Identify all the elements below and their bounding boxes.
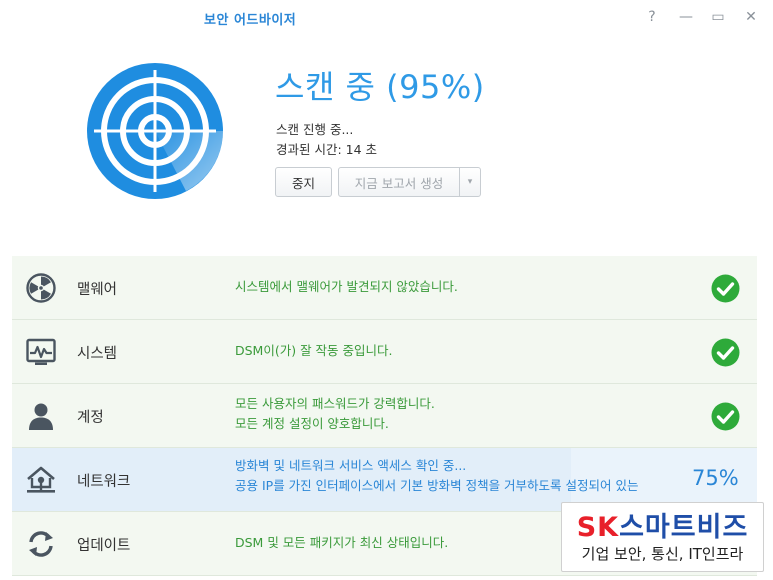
system-monitor-icon bbox=[26, 338, 56, 365]
maximize-button[interactable]: ▭ bbox=[707, 6, 729, 28]
user-icon bbox=[29, 403, 53, 430]
category-message: DSM이(가) 잘 작동 중입니다. bbox=[235, 343, 393, 358]
maximize-icon: ▭ bbox=[711, 9, 725, 25]
scan-progress-text: 스캔 진행 중... bbox=[276, 122, 354, 137]
window-title: 보안 어드바이저 bbox=[204, 13, 297, 28]
check-icon bbox=[711, 402, 740, 431]
help-button[interactable]: ? bbox=[641, 6, 663, 28]
category-name: 네트워크 bbox=[77, 474, 131, 490]
generate-report-button[interactable]: 지금 보고서 생성 bbox=[338, 167, 460, 197]
watermark-brand-red: SK bbox=[576, 512, 620, 543]
category-message-line: 모든 사용자의 패스워드가 강력합니다. bbox=[235, 396, 435, 411]
sk-smartbiz-watermark: SK스마트비즈 기업 보안, 통신, IT인프라 bbox=[561, 502, 764, 572]
category-name: 계정 bbox=[77, 410, 104, 426]
category-row-malware[interactable]: 맬웨어 시스템에서 맬웨어가 발견되지 않았습니다. bbox=[12, 256, 757, 320]
check-icon bbox=[711, 274, 740, 303]
scan-status-heading: 스캔 중 (95%) bbox=[275, 68, 485, 106]
minimize-button[interactable]: — bbox=[675, 6, 697, 28]
category-row-account[interactable]: 계정 모든 사용자의 패스워드가 강력합니다. 모든 계정 설정이 양호합니다. bbox=[12, 384, 757, 448]
title-bar: 보안 어드바이저 ? — ▭ ✕ bbox=[0, 0, 773, 34]
category-name: 업데이트 bbox=[77, 538, 131, 554]
network-home-icon bbox=[27, 466, 55, 493]
category-name: 시스템 bbox=[77, 346, 118, 362]
radiation-icon bbox=[26, 273, 56, 303]
help-icon: ? bbox=[648, 9, 656, 25]
category-message: 시스템에서 맬웨어가 발견되지 않았습니다. bbox=[235, 279, 458, 294]
network-progress-percent: 75% bbox=[692, 466, 739, 490]
check-icon bbox=[711, 338, 740, 367]
category-name: 맬웨어 bbox=[77, 282, 118, 298]
report-dropdown-button[interactable]: ▾ bbox=[459, 167, 481, 197]
category-message-line: 모든 계정 설정이 양호합니다. bbox=[235, 416, 389, 431]
watermark-brand: SK스마트비즈 bbox=[562, 505, 763, 544]
category-message: 방화벽 및 네트워크 서비스 액세스 확인 중... 공용 IP를 가진 인터페… bbox=[235, 456, 639, 496]
scan-radar-icon bbox=[87, 63, 223, 199]
watermark-brand-blue: 스마트비즈 bbox=[619, 512, 749, 543]
watermark-tagline: 기업 보안, 통신, IT인프라 bbox=[581, 545, 744, 563]
category-message-line: 방화벽 및 네트워크 서비스 액세스 확인 중... bbox=[235, 458, 467, 473]
stop-button[interactable]: 중지 bbox=[275, 167, 332, 197]
close-button[interactable]: ✕ bbox=[740, 6, 762, 28]
update-refresh-icon bbox=[29, 531, 53, 557]
elapsed-time-text: 경과된 시간: 14 초 bbox=[276, 142, 378, 157]
category-message: DSM 및 모든 패키지가 최신 상태입니다. bbox=[235, 535, 449, 550]
category-message: 모든 사용자의 패스워드가 강력합니다. 모든 계정 설정이 양호합니다. bbox=[235, 394, 435, 434]
category-message-line: 공용 IP를 가진 인터페이스에서 기본 방화벽 정책을 거부하도록 설정되어 … bbox=[235, 478, 639, 493]
minimize-icon: — bbox=[679, 9, 693, 25]
category-row-system[interactable]: 시스템 DSM이(가) 잘 작동 중입니다. bbox=[12, 320, 757, 384]
close-icon: ✕ bbox=[745, 9, 757, 25]
chevron-down-icon: ▾ bbox=[467, 177, 473, 187]
